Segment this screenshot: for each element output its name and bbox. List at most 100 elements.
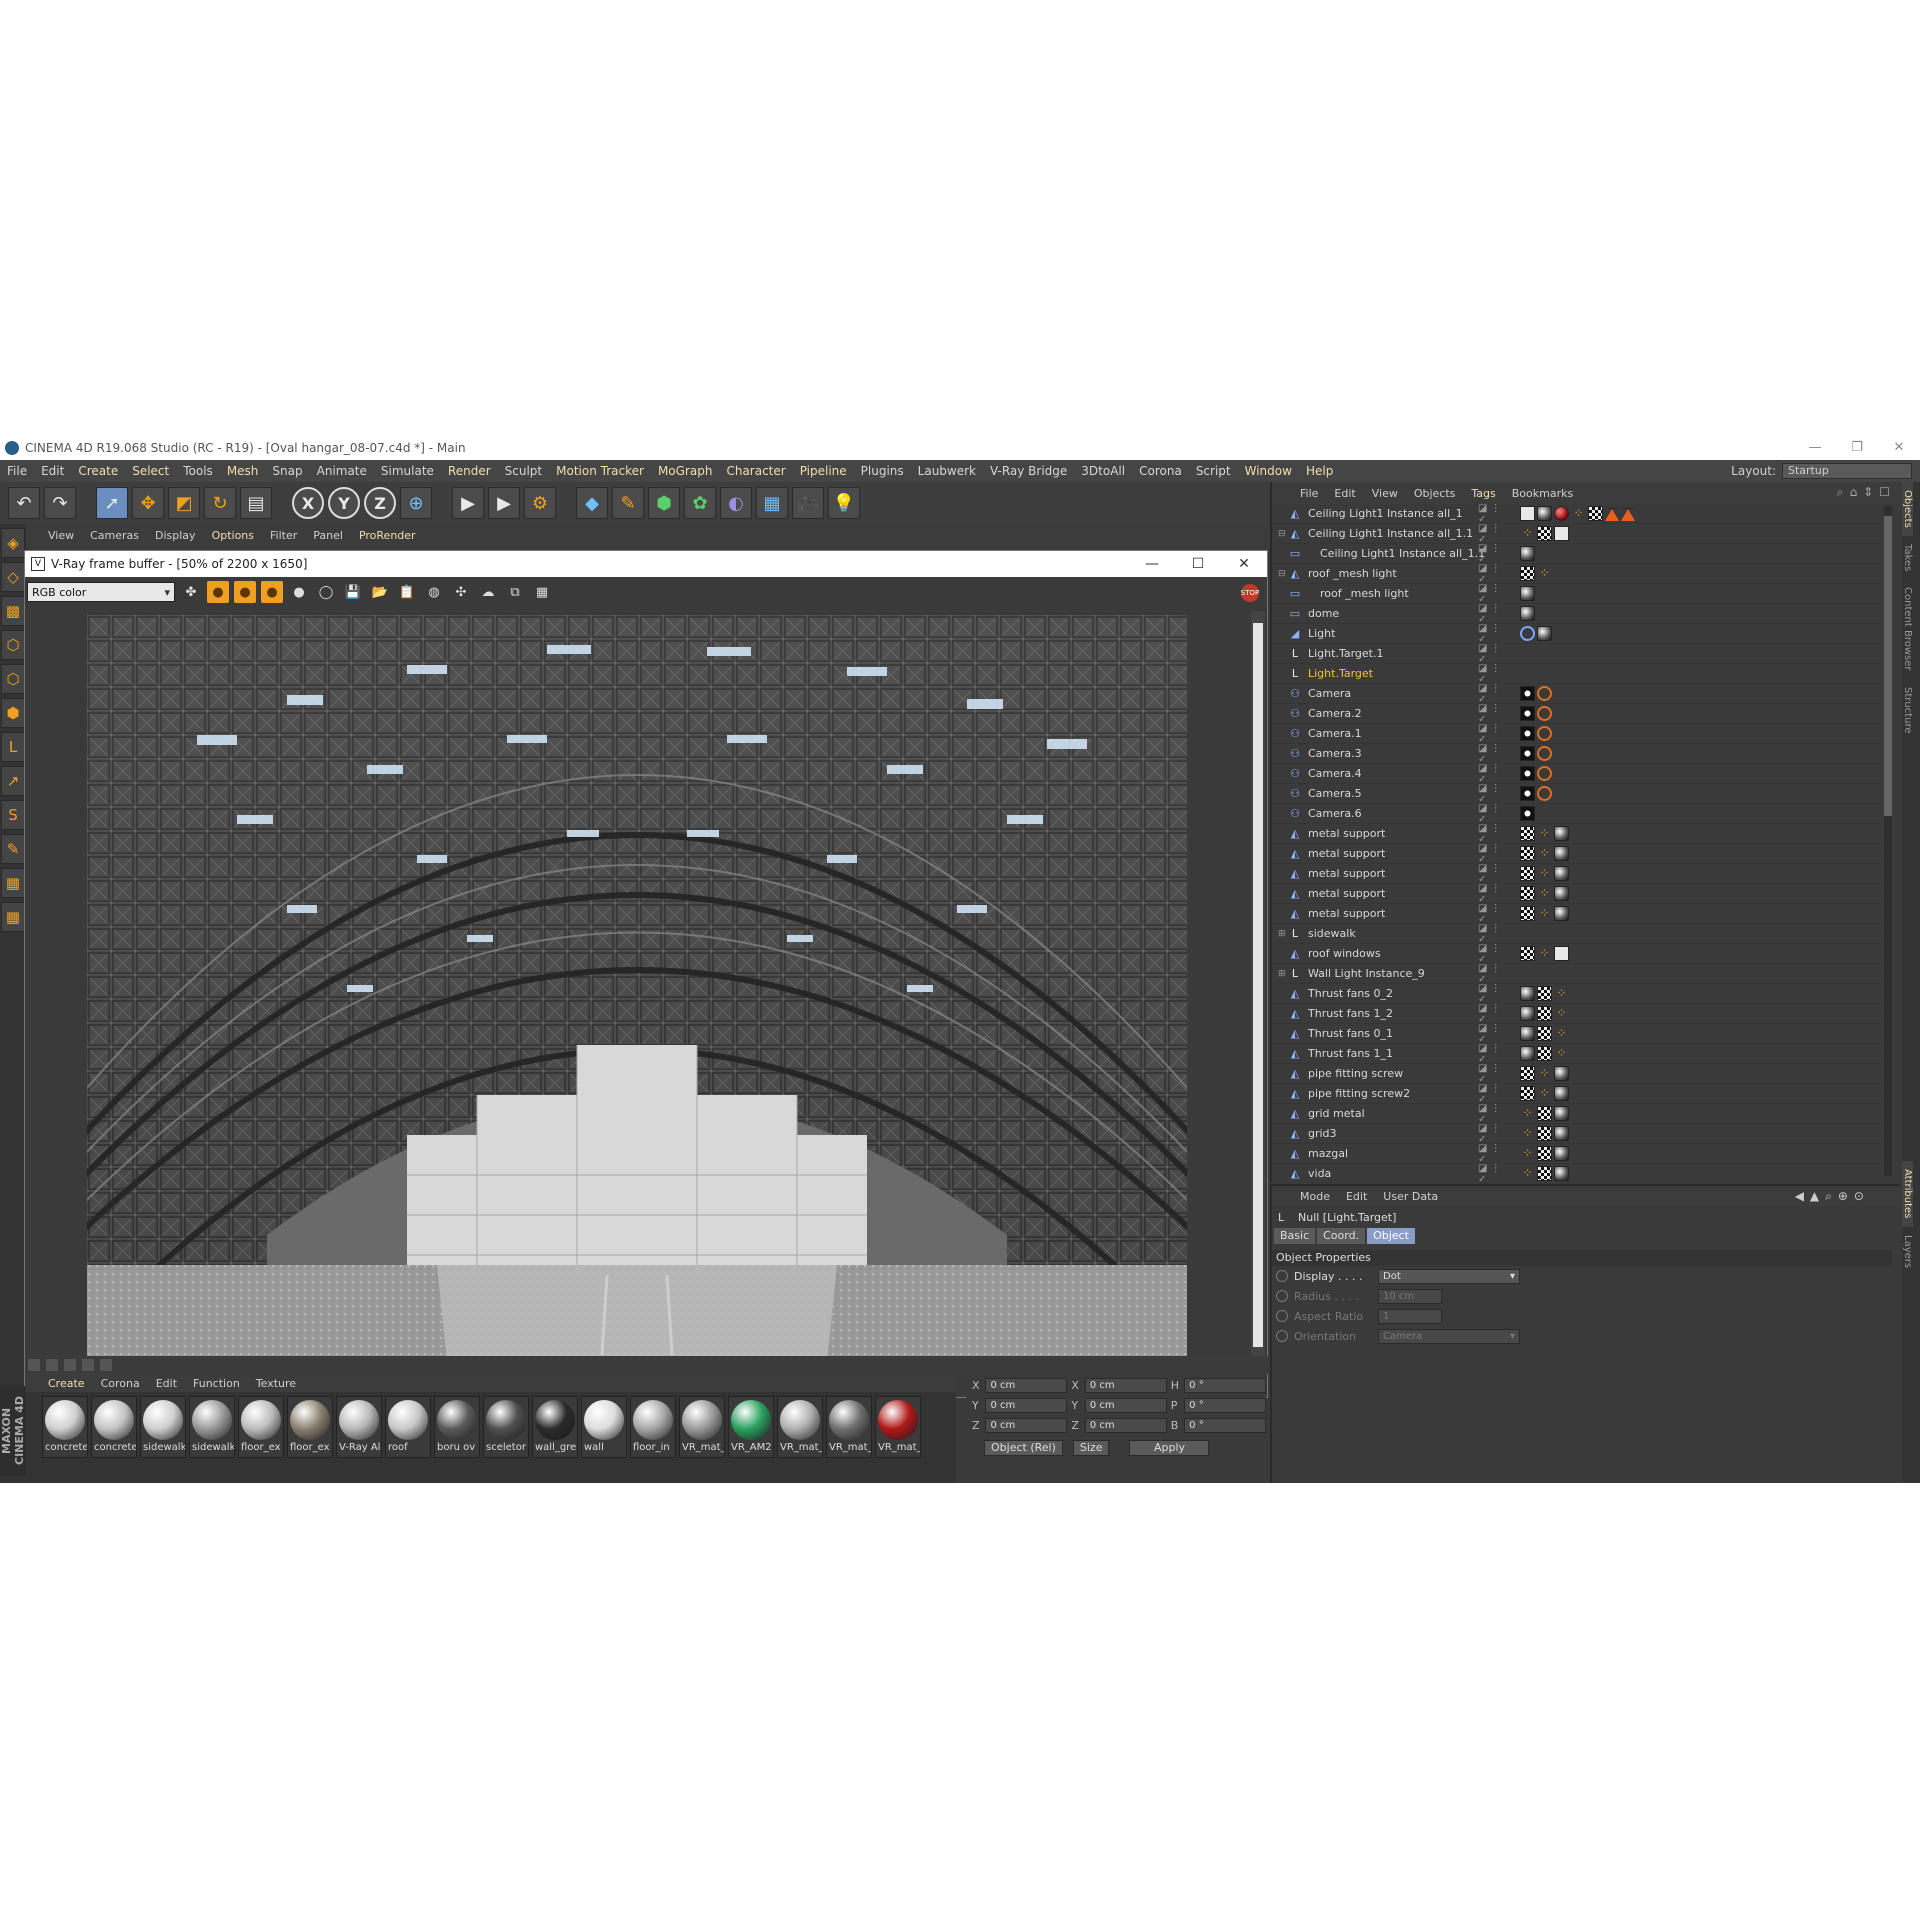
- tag-no-icon[interactable]: [1537, 706, 1552, 721]
- tag-sph-icon[interactable]: [1554, 1106, 1569, 1121]
- object-name[interactable]: metal support: [1302, 867, 1492, 880]
- visibility-toggle-icon[interactable]: ◪ ⋮ ✓: [1478, 663, 1508, 685]
- object-row[interactable]: ◭ roof windows ◪ ⋮ ✓ ⁘: [1272, 943, 1882, 965]
- material-swatch[interactable]: V-Ray Al: [336, 1396, 382, 1458]
- object-menu-edit[interactable]: Edit: [1326, 487, 1363, 500]
- tag-sph-icon[interactable]: [1520, 1006, 1535, 1021]
- tag-cam-icon[interactable]: [1520, 806, 1535, 821]
- object-name[interactable]: Light: [1302, 627, 1492, 640]
- tag-dot-icon[interactable]: ⁘: [1537, 1086, 1552, 1101]
- visibility-toggle-icon[interactable]: ◪ ⋮ ✓: [1478, 843, 1508, 865]
- tag-sph-icon[interactable]: [1520, 546, 1535, 561]
- side-tab-structure[interactable]: Structure: [1902, 679, 1913, 742]
- attribute-value-field[interactable]: 1: [1378, 1308, 1442, 1324]
- visibility-toggle-icon[interactable]: ◪ ⋮ ✓: [1478, 963, 1508, 985]
- object-row[interactable]: ⚇ Camera ◪ ⋮ ✓: [1272, 683, 1882, 705]
- tag-chk-icon[interactable]: [1537, 1046, 1552, 1061]
- material-menu-create[interactable]: Create: [40, 1377, 93, 1390]
- tag-sph-icon[interactable]: [1520, 606, 1535, 621]
- object-row[interactable]: ◭ metal support ◪ ⋮ ✓ ⁘: [1272, 903, 1882, 925]
- polygons-mode-icon[interactable]: ⬢: [1, 698, 25, 728]
- coordinate-system-icon[interactable]: ⊕: [400, 487, 432, 519]
- save-image-icon[interactable]: 💾: [342, 581, 364, 603]
- pen-spline-icon[interactable]: ✎: [612, 487, 644, 519]
- tag-cam-icon[interactable]: [1520, 766, 1535, 781]
- object-row[interactable]: ◢ Light ◪ ⋮ ✓: [1272, 623, 1882, 645]
- redo-icon[interactable]: ↷: [44, 487, 76, 519]
- viewport-menu-view[interactable]: View: [40, 529, 82, 542]
- tag-chk-icon[interactable]: [1520, 846, 1535, 861]
- tag-chk-icon[interactable]: [1520, 906, 1535, 921]
- coord-field[interactable]: 0 cm: [1084, 1417, 1167, 1433]
- object-name[interactable]: metal support: [1302, 907, 1492, 920]
- tag-sph-icon[interactable]: [1537, 506, 1552, 521]
- subdivision-surface-icon[interactable]: ⬢: [648, 487, 680, 519]
- tag-chk-icon[interactable]: [1520, 946, 1535, 961]
- tag-cam-icon[interactable]: [1520, 726, 1535, 741]
- history-icon[interactable]: [46, 1359, 58, 1371]
- animation-radio-icon[interactable]: [1276, 1290, 1288, 1302]
- tag-dot-icon[interactable]: ⁘: [1554, 986, 1569, 1001]
- axis-mode-icon[interactable]: L: [1, 732, 25, 762]
- object-name[interactable]: vida: [1302, 1167, 1492, 1180]
- tag-chk-icon[interactable]: [1520, 866, 1535, 881]
- tag-dot-icon[interactable]: ⁘: [1537, 566, 1552, 581]
- checker-icon[interactable]: ▦: [531, 581, 553, 603]
- visibility-toggle-icon[interactable]: ◪ ⋮ ✓: [1478, 803, 1508, 825]
- correction-icon[interactable]: [100, 1359, 112, 1371]
- object-row[interactable]: ⚇ Camera.6 ◪ ⋮ ✓: [1272, 803, 1882, 825]
- object-name[interactable]: Light.Target: [1302, 667, 1492, 680]
- object-row[interactable]: ◭ metal support ◪ ⋮ ✓ ⁘: [1272, 843, 1882, 865]
- menu-window[interactable]: Window: [1238, 464, 1299, 478]
- menu-motion-tracker[interactable]: Motion Tracker: [549, 464, 651, 478]
- visibility-toggle-icon[interactable]: ◪ ⋮ ✓: [1478, 1103, 1508, 1125]
- material-swatch[interactable]: sidewalk: [140, 1396, 186, 1458]
- vfb-minimize-button[interactable]: —: [1129, 551, 1175, 577]
- visibility-toggle-icon[interactable]: ◪ ⋮ ✓: [1478, 1123, 1508, 1145]
- object-row[interactable]: ◭ Thrust fans 1_1 ◪ ⋮ ✓ ⁘: [1272, 1043, 1882, 1065]
- visibility-toggle-icon[interactable]: ◪ ⋮ ✓: [1478, 623, 1508, 645]
- tag-sph-icon[interactable]: [1537, 626, 1552, 641]
- object-name[interactable]: Camera.5: [1302, 787, 1492, 800]
- coord-size-select[interactable]: Size: [1072, 1440, 1110, 1456]
- tag-no-icon[interactable]: [1537, 786, 1552, 801]
- visibility-toggle-icon[interactable]: ◪ ⋮ ✓: [1478, 523, 1508, 545]
- object-name[interactable]: metal support: [1302, 827, 1492, 840]
- tag-chk-icon[interactable]: [1537, 1026, 1552, 1041]
- object-menu-bookmarks[interactable]: Bookmarks: [1504, 487, 1581, 500]
- object-row[interactable]: ⚇ Camera.2 ◪ ⋮ ✓: [1272, 703, 1882, 725]
- object-row[interactable]: ▭ Ceiling Light1 Instance all_1.1 ◪ ⋮ ✓: [1272, 543, 1882, 565]
- attribute-value-field[interactable]: 10 cm: [1378, 1288, 1442, 1304]
- tag-dot-icon[interactable]: ⁘: [1520, 1166, 1535, 1181]
- render-settings-icon[interactable]: ⚙: [524, 487, 556, 519]
- visibility-toggle-icon[interactable]: ◪ ⋮ ✓: [1478, 583, 1508, 605]
- object-row[interactable]: ◭ Thrust fans 0_1 ◪ ⋮ ✓ ⁘: [1272, 1023, 1882, 1045]
- snap-icon[interactable]: S: [1, 800, 25, 830]
- tag-ring-icon[interactable]: [1520, 626, 1535, 641]
- tag-sph-icon[interactable]: [1520, 1046, 1535, 1061]
- tag-sph-icon[interactable]: [1554, 1126, 1569, 1141]
- material-swatch[interactable]: floor_in: [630, 1396, 676, 1458]
- tag-dot-icon[interactable]: ⁘: [1520, 1146, 1535, 1161]
- attribute-tab-basic[interactable]: Basic: [1274, 1228, 1316, 1244]
- rotate-tool-icon[interactable]: ↻: [204, 487, 236, 519]
- menu-sculpt[interactable]: Sculpt: [498, 464, 549, 478]
- viewport-menu-prorender[interactable]: ProRender: [351, 529, 424, 542]
- object-row[interactable]: ⚇ Camera.3 ◪ ⋮ ✓: [1272, 743, 1882, 765]
- move-tool-icon[interactable]: ✥: [132, 487, 164, 519]
- material-swatch[interactable]: floor_ex: [287, 1396, 333, 1458]
- tag-wht-icon[interactable]: [1554, 526, 1569, 541]
- tag-tri-icon[interactable]: [1605, 508, 1619, 521]
- object-name[interactable]: Thrust fans 0_1: [1302, 1027, 1492, 1040]
- menu-character[interactable]: Character: [719, 464, 792, 478]
- tweak-mode-icon[interactable]: ↗: [1, 766, 25, 796]
- tag-sph-icon[interactable]: [1554, 1086, 1569, 1101]
- coord-field[interactable]: 0 cm: [985, 1397, 1068, 1413]
- object-row[interactable]: ◭ metal support ◪ ⋮ ✓ ⁘: [1272, 883, 1882, 905]
- texture-mode-icon[interactable]: ▩: [1, 596, 25, 626]
- visibility-toggle-icon[interactable]: ◪ ⋮ ✓: [1478, 943, 1508, 965]
- object-name[interactable]: grid3: [1302, 1127, 1492, 1140]
- x-axis-lock-icon[interactable]: X: [292, 487, 324, 519]
- tag-sph-icon[interactable]: [1554, 826, 1569, 841]
- points-mode-icon[interactable]: ⬡: [1, 630, 25, 660]
